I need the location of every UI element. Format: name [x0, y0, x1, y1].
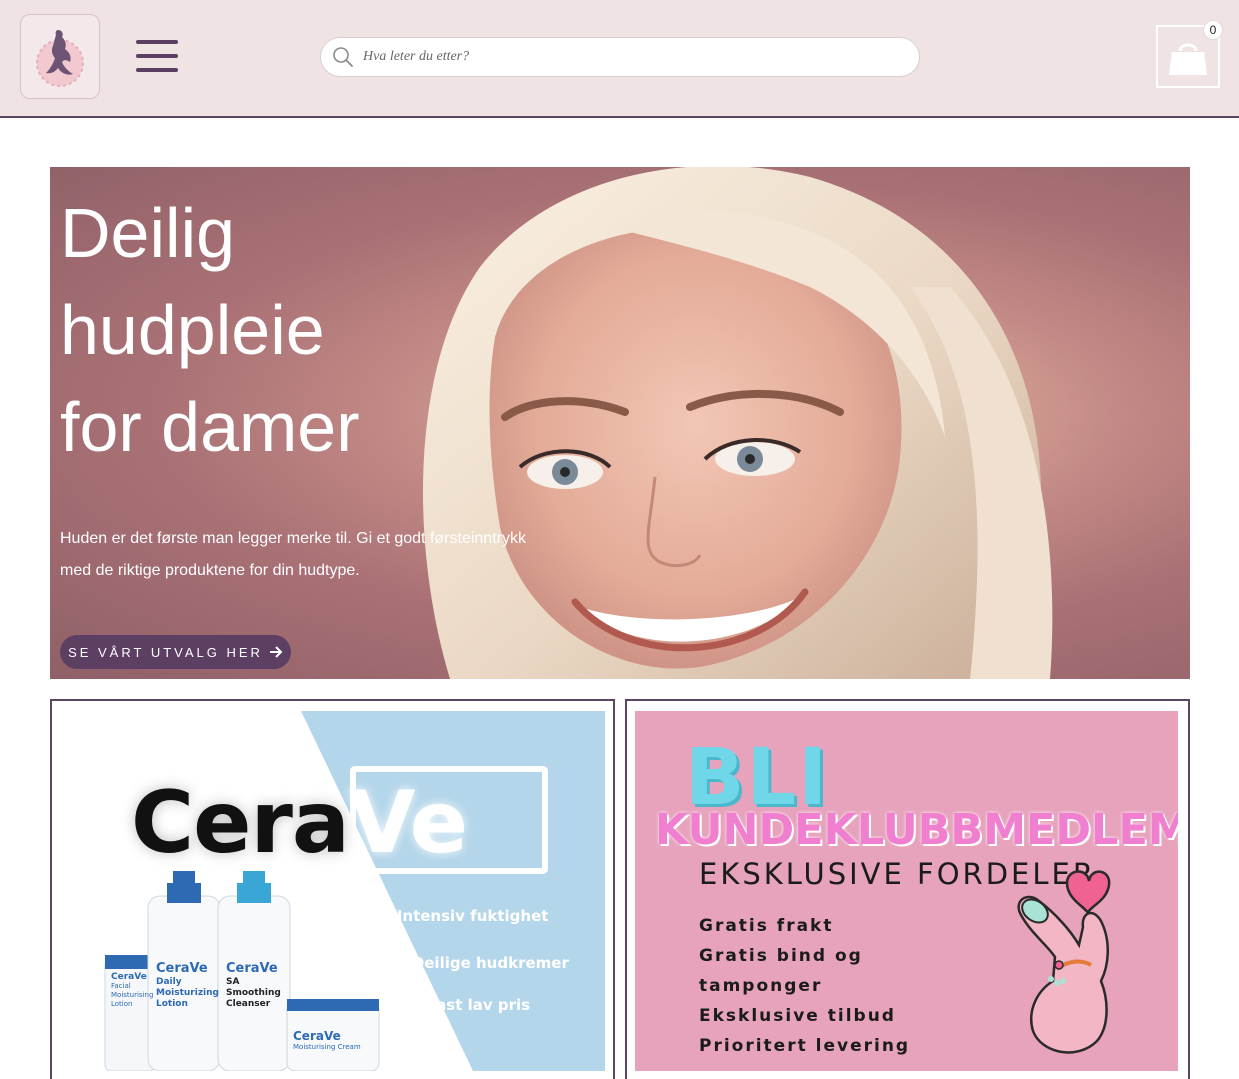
- cerave-bullet: • Fast lav pris: [412, 996, 531, 1014]
- arrow-right-icon: [269, 646, 283, 658]
- search-input[interactable]: [363, 39, 883, 75]
- cerave-promo-image[interactable]: CeraVe CeraVe Facial Moisturising Lotion…: [53, 711, 605, 1071]
- cerave-bullet-text: Fast lav pris: [426, 996, 531, 1014]
- product-label-line: Moisturizing: [156, 988, 219, 998]
- cerave-background-art: [104, 711, 605, 1071]
- site-logo[interactable]: [20, 14, 100, 99]
- hero-title-line: for damer: [60, 388, 360, 466]
- button-label: SE VÅRT UTVALG HER: [68, 644, 263, 660]
- hero-title-line: hudpleie: [60, 291, 325, 369]
- product-label-line: Facial: [111, 982, 131, 990]
- hero-text-line: med de riktige produktene for din hudtyp…: [60, 562, 360, 579]
- cerave-bullet: • Deilige hudkremer: [397, 954, 569, 972]
- woman-silhouette-logo-icon: [36, 29, 84, 87]
- product-label-line: Moisturising Cream: [293, 1043, 361, 1051]
- cerave-logo-part: Cera: [131, 773, 350, 873]
- search-icon[interactable]: [323, 37, 363, 77]
- product-label-line: SA Smoothing: [226, 977, 281, 998]
- klubb-perk: Gratis bind og: [699, 946, 863, 966]
- klubb-title-member: KUNDEKLUBBMEDLEM: [655, 805, 1178, 855]
- klubb-perk: tamponger: [699, 976, 823, 996]
- site-header: 0: [0, 0, 1239, 118]
- hero-title: Deilig hudpleie for damer: [60, 185, 480, 476]
- klubb-perk: Gratis frakt: [699, 916, 834, 936]
- hero-text-line: Huden er det første man legger merke til…: [60, 530, 526, 547]
- product-label: CeraVe Moisturising Cream: [293, 1029, 377, 1052]
- product-label-line: Lotion: [156, 999, 188, 1009]
- hero-description: Huden er det første man legger merke til…: [60, 523, 560, 587]
- hamburger-menu-icon: [136, 40, 178, 44]
- cerave-logo-part: Ve: [348, 773, 468, 873]
- kundeklubb-promo-image[interactable]: BLI KUNDEKLUBBMEDLEM EKSKLUSIVE FORDELER…: [635, 711, 1178, 1071]
- product-label-line: Moisturising: [111, 991, 154, 999]
- product-label-line: Lotion: [111, 1000, 133, 1008]
- klubb-perk: Eksklusive tilbud: [699, 1006, 896, 1026]
- cart-count-badge: 0: [1203, 20, 1223, 40]
- shopping-bag-icon: [1169, 43, 1207, 75]
- product-label-line: CeraVe: [293, 1029, 341, 1043]
- menu-button[interactable]: [136, 40, 178, 74]
- product-label-line: Daily: [156, 977, 182, 987]
- cerave-logo: CeraVe: [131, 773, 468, 873]
- hero-title-line: Deilig: [60, 194, 236, 272]
- klubb-perk: Prioritert levering: [699, 1036, 911, 1056]
- search-bar: [320, 37, 920, 77]
- cerave-bullet-text: Intensiv fuktighet: [396, 907, 549, 925]
- cerave-bullet-text: Deilige hudkremer: [411, 954, 569, 972]
- see-selection-button[interactable]: SE VÅRT UTVALG HER: [60, 635, 291, 669]
- cerave-bullet: • Intensiv fuktighet: [382, 907, 549, 925]
- hero-banner: Deilig hudpleie for damer Huden er det f…: [50, 167, 1190, 679]
- product-label: CeraVe Facial Moisturising Lotion: [111, 973, 155, 1009]
- product-label-line: Cleanser: [226, 999, 271, 1009]
- product-label: CeraVe SA Smoothing Cleanser: [226, 961, 288, 1010]
- product-label: CeraVe Daily Moisturizing Lotion: [156, 961, 219, 1010]
- product-label-line: CeraVe: [226, 961, 278, 976]
- product-label-line: CeraVe: [111, 972, 147, 982]
- heart-hand-icon: [1017, 870, 1111, 1054]
- product-label-line: CeraVe: [156, 961, 208, 976]
